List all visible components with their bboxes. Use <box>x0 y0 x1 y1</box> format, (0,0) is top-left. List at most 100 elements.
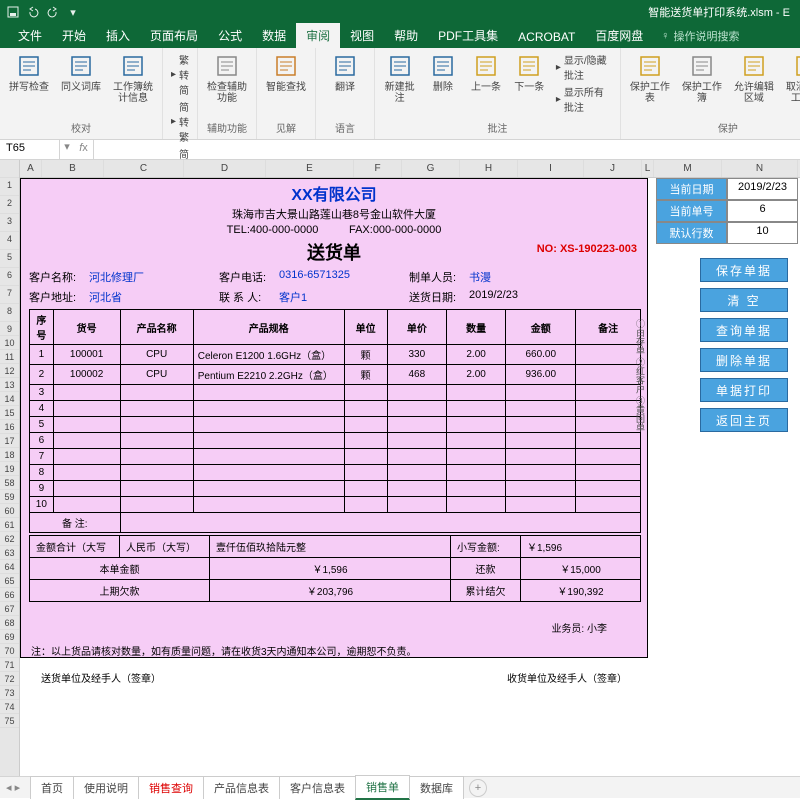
row-header[interactable]: 62 <box>0 532 19 546</box>
save-icon[interactable] <box>6 5 20 19</box>
col-header-M[interactable]: M <box>654 160 722 177</box>
ribbon-btn-智能查找[interactable]: 智能查找 <box>265 52 307 93</box>
sheet-tab-首页[interactable]: 首页 <box>30 776 74 799</box>
ribbon-btn-取消共享工作簿[interactable]: 取消共享工作簿 <box>785 52 800 104</box>
qat-dropdown-icon[interactable]: ▾ <box>66 5 80 19</box>
namebox-dropdown-icon[interactable]: ▾ <box>60 140 74 159</box>
col-header-B[interactable]: B <box>42 160 104 177</box>
btn-单据打印[interactable]: 单据打印 <box>700 378 788 402</box>
row-header[interactable]: 14 <box>0 392 19 406</box>
row-header[interactable]: 2 <box>0 196 19 214</box>
current-no[interactable]: 6 <box>727 200 798 222</box>
row-header[interactable]: 70 <box>0 644 19 658</box>
row-header[interactable]: 66 <box>0 588 19 602</box>
tab-公式[interactable]: 公式 <box>208 23 252 48</box>
row-header[interactable]: 58 <box>0 476 19 490</box>
row-header[interactable]: 11 <box>0 350 19 364</box>
col-header-H[interactable]: H <box>460 160 518 177</box>
col-header-C[interactable]: C <box>104 160 184 177</box>
row-header[interactable]: 12 <box>0 364 19 378</box>
tab-帮助[interactable]: 帮助 <box>384 23 428 48</box>
btn-清空[interactable]: 清 空 <box>700 288 788 312</box>
customer-name[interactable]: 河北修理厂 <box>89 269 219 285</box>
ribbon-btn-检查辅助功能[interactable]: 检查辅助功能 <box>206 52 248 104</box>
table-row[interactable]: 9 <box>30 481 641 497</box>
row-header[interactable]: 68 <box>0 616 19 630</box>
ribbon-btn-下一条[interactable]: 下一条 <box>513 52 546 114</box>
row-header[interactable]: 71 <box>0 658 19 672</box>
fx-icon[interactable]: fx <box>74 140 94 159</box>
row-header[interactable]: 9 <box>0 322 19 336</box>
tab-ACROBAT[interactable]: ACROBAT <box>508 26 585 48</box>
col-header-E[interactable]: E <box>266 160 354 177</box>
ribbon-btn-保护工作簿[interactable]: 保护工作簿 <box>681 52 723 104</box>
maker[interactable]: 书漫 <box>469 269 599 285</box>
row-header[interactable]: 17 <box>0 434 19 448</box>
sheet-tab-销售查询[interactable]: 销售查询 <box>138 776 204 799</box>
col-header-N[interactable]: N <box>722 160 798 177</box>
col-header-L[interactable]: L <box>642 160 654 177</box>
ribbon-btn-上一条[interactable]: 上一条 <box>469 52 502 114</box>
ribbon-btn-工作簿统计信息[interactable]: 工作簿统计信息 <box>112 52 154 104</box>
row-header[interactable]: 69 <box>0 630 19 644</box>
col-header-I[interactable]: I <box>518 160 584 177</box>
col-header-A[interactable]: A <box>20 160 42 177</box>
row-header[interactable]: 60 <box>0 504 19 518</box>
row-header[interactable]: 75 <box>0 714 19 728</box>
btn-删除单据[interactable]: 删除单据 <box>700 348 788 372</box>
undo-icon[interactable] <box>26 5 40 19</box>
row-header[interactable]: 74 <box>0 700 19 714</box>
default-rows[interactable]: 10 <box>727 222 798 244</box>
formula-input[interactable] <box>94 140 800 159</box>
row-header[interactable]: 65 <box>0 574 19 588</box>
col-header-F[interactable]: F <box>354 160 402 177</box>
ribbon-small-显示/隐藏批注[interactable]: ▸显示/隐藏批注 <box>556 52 612 82</box>
table-row[interactable]: 10 <box>30 497 641 513</box>
table-row[interactable]: 8 <box>30 465 641 481</box>
ribbon-small-简转繁[interactable]: ▸简转繁 <box>171 99 189 144</box>
sheet-tab-销售单[interactable]: 销售单 <box>355 775 410 800</box>
row-header[interactable]: 1 <box>0 178 19 196</box>
ribbon-btn-翻译[interactable]: 翻译 <box>324 52 366 93</box>
row-header[interactable]: 8 <box>0 304 19 322</box>
tab-百度网盘[interactable]: 百度网盘 <box>585 23 653 48</box>
row-header[interactable]: 10 <box>0 336 19 350</box>
row-header[interactable]: 73 <box>0 686 19 700</box>
row-header[interactable]: 4 <box>0 232 19 250</box>
items-table[interactable]: 序号货号产品名称产品规格单位单价数量金额备注 1100001CPUCeleron… <box>29 309 641 533</box>
table-row[interactable]: 6 <box>30 433 641 449</box>
col-header-D[interactable]: D <box>184 160 266 177</box>
row-header[interactable]: 5 <box>0 250 19 268</box>
current-date[interactable]: 2019/2/23 <box>727 178 798 200</box>
tab-视图[interactable]: 视图 <box>340 23 384 48</box>
tell-me[interactable]: ♀操作说明搜索 <box>653 24 747 48</box>
col-header-G[interactable]: G <box>402 160 460 177</box>
sheet-tab-客户信息表[interactable]: 客户信息表 <box>279 776 356 799</box>
row-header[interactable]: 6 <box>0 268 19 286</box>
btn-返回主页[interactable]: 返回主页 <box>700 408 788 432</box>
ribbon-small-显示所有批注[interactable]: ▸显示所有批注 <box>556 84 612 114</box>
btn-查询单据[interactable]: 查询单据 <box>700 318 788 342</box>
tab-开始[interactable]: 开始 <box>52 23 96 48</box>
tab-页面布局[interactable]: 页面布局 <box>140 23 208 48</box>
ribbon-btn-同义词库[interactable]: 同义词库 <box>60 52 102 104</box>
btn-保存单据[interactable]: 保存单据 <box>700 258 788 282</box>
delivery-date[interactable]: 2019/2/23 <box>469 289 599 305</box>
redo-icon[interactable] <box>46 5 60 19</box>
table-row[interactable]: 7 <box>30 449 641 465</box>
table-row[interactable]: 2100002CPUPentium E2210 2.2GHz（盒）颗4682.0… <box>30 365 641 385</box>
sheet-tab-使用说明[interactable]: 使用说明 <box>73 776 139 799</box>
row-header[interactable]: 15 <box>0 406 19 420</box>
row-header[interactable]: 19 <box>0 462 19 476</box>
contact-person[interactable]: 客户1 <box>279 289 409 305</box>
ribbon-btn-保护工作表[interactable]: 保护工作表 <box>629 52 671 104</box>
row-header[interactable]: 61 <box>0 518 19 532</box>
ribbon-btn-删除[interactable]: 删除 <box>426 52 459 114</box>
row-header[interactable]: 63 <box>0 546 19 560</box>
tab-数据[interactable]: 数据 <box>252 23 296 48</box>
sheet-tab-产品信息表[interactable]: 产品信息表 <box>203 776 280 799</box>
table-row[interactable]: 1100001CPUCeleron E1200 1.6GHz（盒）颗3302.0… <box>30 345 641 365</box>
tab-插入[interactable]: 插入 <box>96 23 140 48</box>
row-header[interactable]: 67 <box>0 602 19 616</box>
tab-审阅[interactable]: 审阅 <box>296 23 340 48</box>
